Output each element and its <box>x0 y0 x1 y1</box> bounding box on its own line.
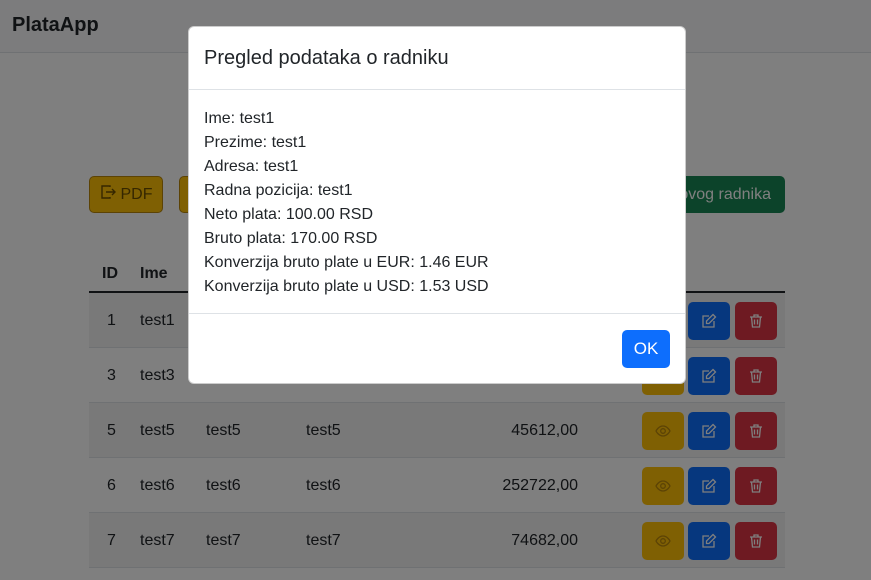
detail-neto-plata: Neto plata: 100.00 RSD <box>204 206 373 223</box>
modal-body: Ime: test1 Prezime: test1 Adresa: test1 … <box>204 107 669 299</box>
detail-radna-pozicija: Radna pozicija: test1 <box>204 182 353 199</box>
detail-konverzija-eur: Konverzija bruto plate u EUR: 1.46 EUR <box>204 254 489 271</box>
employee-details-modal: Pregled podataka o radniku Ime: test1 Pr… <box>188 26 686 384</box>
detail-ime: Ime: test1 <box>204 110 275 127</box>
detail-adresa: Adresa: test1 <box>204 158 299 175</box>
ok-button[interactable]: OK <box>622 330 670 368</box>
modal-footer: OK <box>189 313 685 383</box>
detail-bruto-plata: Bruto plata: 170.00 RSD <box>204 230 378 247</box>
detail-konverzija-usd: Konverzija bruto plate u USD: 1.53 USD <box>204 278 489 295</box>
modal-title: Pregled podataka o radniku <box>204 47 449 69</box>
detail-prezime: Prezime: test1 <box>204 134 307 151</box>
modal-header: Pregled podataka o radniku <box>189 27 685 90</box>
